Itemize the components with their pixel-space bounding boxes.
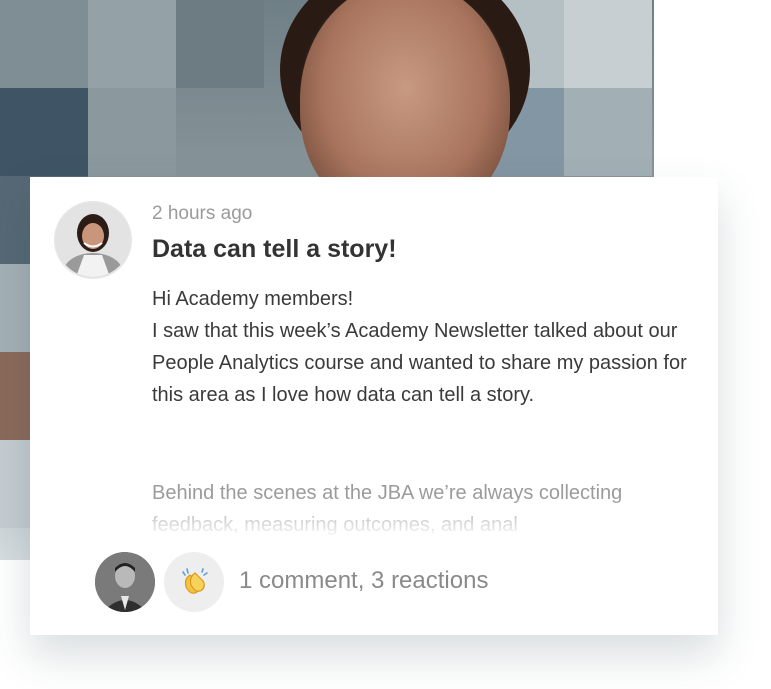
- commenter-avatar[interactable]: [95, 552, 155, 612]
- post-title[interactable]: Data can tell a story!: [152, 235, 397, 264]
- engagement-summary[interactable]: 1 comment, 3 reactions: [239, 567, 488, 595]
- author-avatar[interactable]: [54, 201, 132, 279]
- fade-overlay: [30, 497, 718, 547]
- commenter-avatar-image: [95, 552, 155, 612]
- author-avatar-image: [56, 203, 130, 277]
- reaction-button[interactable]: [164, 552, 224, 612]
- post-card[interactable]: 2 hours ago Data can tell a story! Hi Ac…: [30, 177, 718, 635]
- post-greeting: Hi Academy members!: [152, 288, 354, 310]
- post-paragraph: I saw that this week’s Academy Newslette…: [152, 320, 687, 406]
- post-timestamp: 2 hours ago: [152, 203, 253, 224]
- post-body: Hi Academy members! I saw that this week…: [152, 283, 692, 411]
- clapping-hands-icon: [182, 568, 208, 594]
